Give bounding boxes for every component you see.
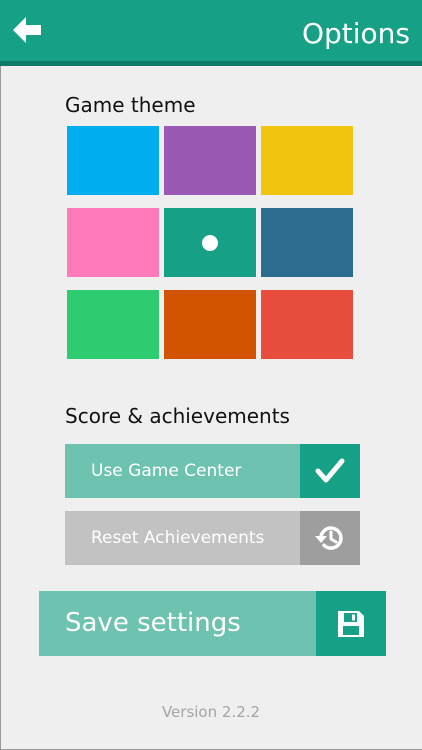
theme-swatch-3[interactable] xyxy=(261,126,353,195)
frame-border-left xyxy=(0,66,1,750)
history-icon xyxy=(315,526,343,550)
back-button[interactable] xyxy=(10,12,46,48)
theme-swatch-8[interactable] xyxy=(164,290,256,359)
theme-grid xyxy=(67,126,353,359)
theme-swatch-9[interactable] xyxy=(261,290,353,359)
save-settings-button[interactable]: Save settings xyxy=(39,591,386,656)
reset-achievements-button[interactable]: Reset Achievements xyxy=(65,511,360,565)
theme-swatch-5[interactable] xyxy=(164,208,256,277)
header-bar: Options xyxy=(0,0,422,66)
save-settings-label: Save settings xyxy=(39,591,316,656)
page-title: Options xyxy=(301,17,410,50)
checkmark-icon xyxy=(315,458,345,483)
theme-swatch-7[interactable] xyxy=(67,290,159,359)
use-game-center-button[interactable]: Use Game Center xyxy=(65,444,360,498)
theme-swatch-4[interactable] xyxy=(67,208,159,277)
save-icon-box xyxy=(316,591,386,656)
game-center-checkbox[interactable] xyxy=(300,444,360,498)
reset-achievements-label: Reset Achievements xyxy=(65,511,300,565)
version-label: Version 2.2.2 xyxy=(161,703,261,721)
theme-swatch-1[interactable] xyxy=(67,126,159,195)
reset-icon-box xyxy=(300,511,360,565)
selected-indicator xyxy=(202,234,218,251)
back-arrow-icon xyxy=(13,17,41,43)
theme-swatch-6[interactable] xyxy=(261,208,353,277)
floppy-disk-icon xyxy=(338,610,364,637)
score-achievements-heading: Score & achievements xyxy=(65,404,290,428)
theme-swatch-2[interactable] xyxy=(164,126,256,195)
use-game-center-label: Use Game Center xyxy=(65,444,300,498)
game-theme-heading: Game theme xyxy=(65,93,196,117)
